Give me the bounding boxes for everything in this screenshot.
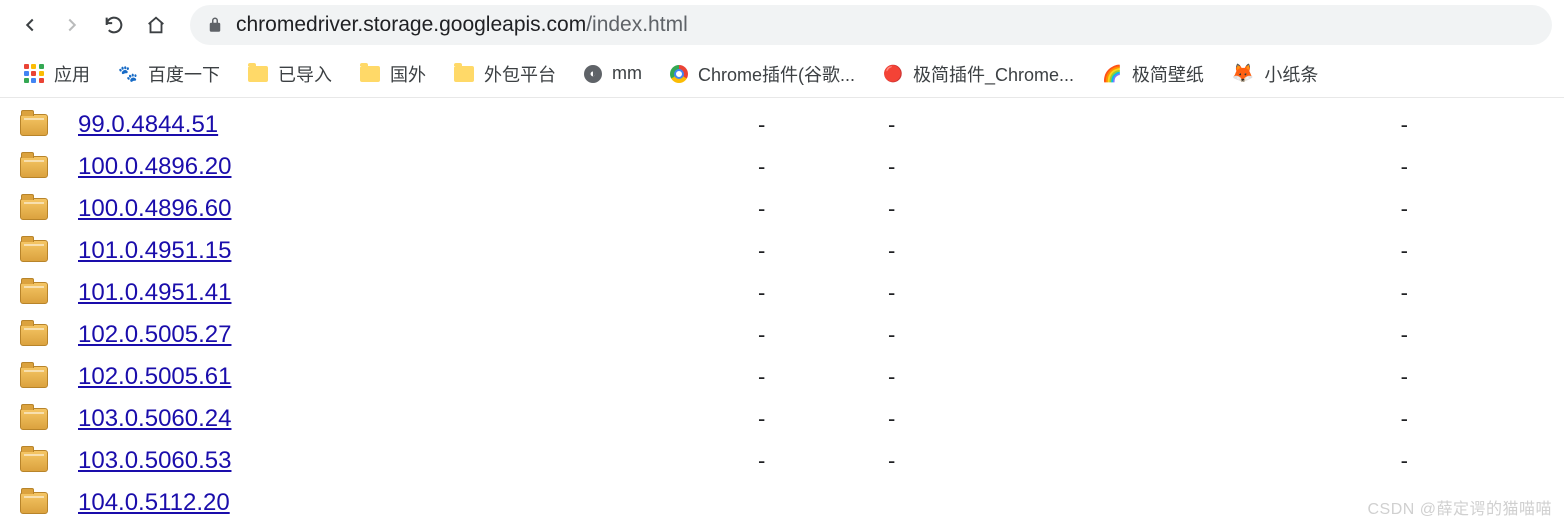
col-modified: - (758, 154, 888, 180)
bookmark-label: 应用 (54, 61, 90, 87)
version-link[interactable]: 101.0.4951.15 (78, 237, 758, 265)
bookmark-label: 已导入 (278, 61, 332, 87)
bookmark-label: 百度一下 (148, 61, 220, 87)
col-etag: - (1018, 154, 1408, 180)
bookmark-outsource[interactable]: 外包平台 (444, 57, 566, 91)
col-size: - (888, 238, 1018, 264)
lock-icon (206, 16, 224, 34)
list-item: 102.0.5005.27 - - - (20, 314, 1544, 356)
col-modified: - (758, 238, 888, 264)
bookmarks-bar: 应用 🐾 百度一下 已导入 国外 外包平台 ◐ mm Chrome插件(谷歌..… (0, 50, 1564, 98)
col-size: - (888, 280, 1018, 306)
bookmark-chrome-plugin[interactable]: Chrome插件(谷歌... (660, 57, 865, 91)
col-etag: - (1018, 322, 1408, 348)
col-etag: - (1018, 280, 1408, 306)
col-size: - (888, 322, 1018, 348)
baidu-icon: 🐾 (118, 64, 138, 84)
bookmark-simple-plugin[interactable]: 🔴 极简插件_Chrome... (873, 57, 1084, 91)
bookmark-label: 小纸条 (1264, 61, 1318, 87)
folder-icon (248, 66, 268, 82)
version-link[interactable]: 102.0.5005.61 (78, 363, 758, 391)
col-modified: - (758, 364, 888, 390)
chrome-icon (670, 65, 688, 83)
folder-icon (20, 198, 48, 220)
col-modified: - (758, 280, 888, 306)
version-link[interactable]: 102.0.5005.27 (78, 321, 758, 349)
folder-icon (20, 450, 48, 472)
plugin-icon: 🔴 (883, 64, 903, 84)
bookmark-foreign[interactable]: 国外 (350, 57, 436, 91)
home-button[interactable] (138, 7, 174, 43)
bookmark-label: 国外 (390, 61, 426, 87)
watermark: CSDN @薛定谔的猫喵喵 (1367, 495, 1552, 519)
list-item: 100.0.4896.60 - - - (20, 188, 1544, 230)
bookmark-imported[interactable]: 已导入 (238, 57, 342, 91)
fox-icon: 🦊 (1232, 63, 1254, 84)
col-etag: - (1018, 364, 1408, 390)
list-item: 99.0.4844.51 - - - (20, 104, 1544, 146)
bookmark-label: 极简插件_Chrome... (913, 61, 1074, 87)
bookmark-mm[interactable]: ◐ mm (574, 59, 652, 88)
col-etag: - (1018, 112, 1408, 138)
list-item: 103.0.5060.24 - - - (20, 398, 1544, 440)
list-item: 104.0.5112.20 (20, 482, 1544, 524)
col-size: - (888, 154, 1018, 180)
forward-button (54, 7, 90, 43)
col-size: - (888, 196, 1018, 222)
folder-icon (20, 240, 48, 262)
reload-button[interactable] (96, 7, 132, 43)
folder-icon (20, 408, 48, 430)
url-text: chromedriver.storage.googleapis.com/inde… (236, 13, 688, 37)
wallpaper-icon: 🌈 (1102, 64, 1122, 84)
col-etag: - (1018, 406, 1408, 432)
version-link[interactable]: 100.0.4896.60 (78, 195, 758, 223)
list-item: 100.0.4896.20 - - - (20, 146, 1544, 188)
apps-shortcut[interactable]: 应用 (14, 57, 100, 91)
back-button[interactable] (12, 7, 48, 43)
version-link[interactable]: 101.0.4951.41 (78, 279, 758, 307)
version-link[interactable]: 104.0.5112.20 (78, 489, 758, 517)
folder-icon (454, 66, 474, 82)
list-item: 101.0.4951.15 - - - (20, 230, 1544, 272)
col-etag: - (1018, 196, 1408, 222)
folder-icon (20, 366, 48, 388)
col-size: - (888, 406, 1018, 432)
version-link[interactable]: 99.0.4844.51 (78, 111, 758, 139)
bookmark-label: mm (612, 63, 642, 84)
apps-icon (24, 64, 44, 84)
version-link[interactable]: 103.0.5060.53 (78, 447, 758, 475)
list-item: 101.0.4951.41 - - - (20, 272, 1544, 314)
bookmark-baidu[interactable]: 🐾 百度一下 (108, 57, 230, 91)
col-modified: - (758, 406, 888, 432)
bookmark-wallpaper[interactable]: 🌈 极简壁纸 (1092, 57, 1214, 91)
folder-icon (20, 156, 48, 178)
col-size: - (888, 448, 1018, 474)
col-modified: - (758, 448, 888, 474)
directory-listing: 99.0.4844.51 - - - 100.0.4896.20 - - - 1… (0, 98, 1564, 530)
bookmark-note[interactable]: 🦊 小纸条 (1222, 57, 1328, 91)
bookmark-label: 外包平台 (484, 61, 556, 87)
col-etag: - (1018, 238, 1408, 264)
bookmark-label: 极简壁纸 (1132, 61, 1204, 87)
globe-icon: ◐ (584, 65, 602, 83)
col-size: - (888, 364, 1018, 390)
col-size: - (888, 112, 1018, 138)
col-etag: - (1018, 448, 1408, 474)
col-modified: - (758, 112, 888, 138)
folder-icon (20, 492, 48, 514)
address-bar[interactable]: chromedriver.storage.googleapis.com/inde… (190, 5, 1552, 45)
list-item: 103.0.5060.53 - - - (20, 440, 1544, 482)
folder-icon (20, 114, 48, 136)
bookmark-label: Chrome插件(谷歌... (698, 61, 855, 87)
folder-icon (360, 66, 380, 82)
version-link[interactable]: 103.0.5060.24 (78, 405, 758, 433)
list-item: 102.0.5005.61 - - - (20, 356, 1544, 398)
folder-icon (20, 282, 48, 304)
col-modified: - (758, 322, 888, 348)
browser-navigation: chromedriver.storage.googleapis.com/inde… (0, 0, 1564, 50)
version-link[interactable]: 100.0.4896.20 (78, 153, 758, 181)
folder-icon (20, 324, 48, 346)
col-modified: - (758, 196, 888, 222)
